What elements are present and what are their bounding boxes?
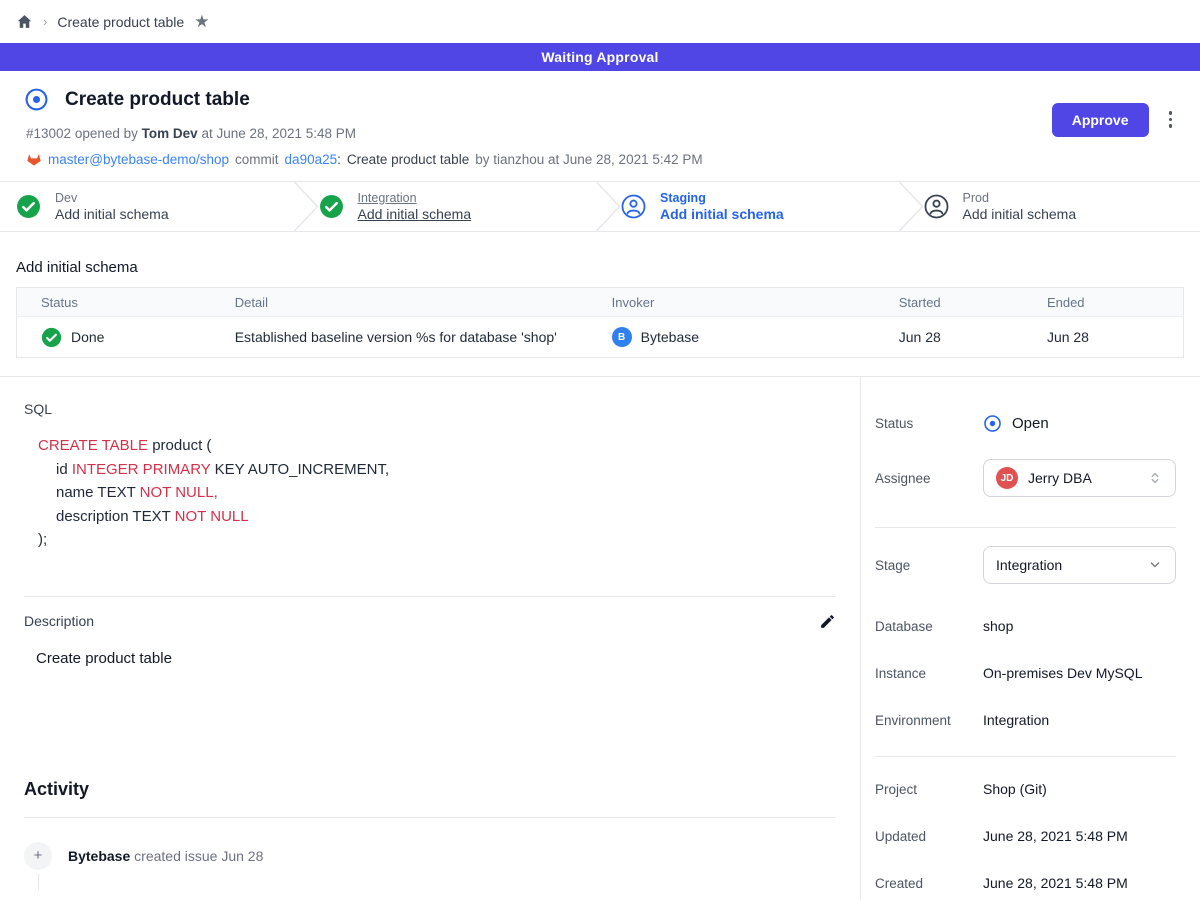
issue-header: Create product table #13002 opened by To… xyxy=(0,71,1200,181)
updated-label: Updated xyxy=(875,829,983,844)
col-invoker: Invoker xyxy=(612,288,899,317)
assignee-select[interactable]: JD Jerry DBA xyxy=(983,459,1176,497)
check-circle-icon xyxy=(16,194,41,219)
plus-icon: + xyxy=(24,842,52,870)
activity-action: created issue Jun 28 xyxy=(134,848,263,864)
task-table: Status Detail Invoker Started Ended Done… xyxy=(16,287,1184,358)
database-value: shop xyxy=(983,618,1013,634)
branch-repo-link[interactable]: master@bytebase-demo/shop xyxy=(48,152,229,167)
issue-sidebar: Status Open Assignee JD Jerry DBA Stage xyxy=(860,377,1200,900)
approval-banner: Waiting Approval xyxy=(0,43,1200,71)
page-title: Create product table xyxy=(65,89,250,111)
chevron-right-icon: › xyxy=(43,14,47,29)
sql-label: SQL xyxy=(24,401,836,417)
col-ended: Ended xyxy=(1047,288,1184,317)
table-row[interactable]: Done Established baseline version %s for… xyxy=(17,317,1184,358)
stage-select[interactable]: Integration xyxy=(983,546,1176,584)
sql-code-line: id INTEGER PRIMARY KEY AUTO_INCREMENT, xyxy=(38,458,836,482)
assignee-avatar: JD xyxy=(996,467,1018,489)
issue-author[interactable]: Tom Dev xyxy=(142,126,198,141)
task-detail: Established baseline version %s for data… xyxy=(235,317,612,358)
stage-separator xyxy=(898,182,924,231)
timeline-connector xyxy=(38,874,39,890)
sql-code-line: CREATE TABLE product ( xyxy=(38,434,836,458)
divider xyxy=(24,596,836,597)
sql-code-line: name TEXT NOT NULL, xyxy=(38,481,836,505)
kebab-menu-icon[interactable] xyxy=(1165,103,1177,136)
task-invoker: Bytebase xyxy=(641,329,699,345)
breadcrumb-current[interactable]: Create product table xyxy=(57,14,184,30)
col-detail: Detail xyxy=(235,288,612,317)
stage-integration[interactable]: Integration Add initial schema xyxy=(319,182,596,231)
commit-message: Create product table xyxy=(347,152,469,167)
stage-separator xyxy=(293,182,319,231)
description-label: Description xyxy=(24,613,94,629)
gitlab-icon xyxy=(26,151,42,167)
star-icon[interactable]: ★ xyxy=(194,13,209,30)
task-section-title: Add initial schema xyxy=(16,259,1184,276)
col-started: Started xyxy=(899,288,1047,317)
divider xyxy=(875,756,1176,757)
sql-code-line: description TEXT NOT NULL xyxy=(38,505,836,529)
person-circle-icon xyxy=(621,194,646,219)
stage-dev[interactable]: Dev Add initial schema xyxy=(16,182,293,231)
commit-byline: by tianzhou at June 28, 2021 5:42 PM xyxy=(475,152,702,167)
home-icon[interactable] xyxy=(16,13,33,30)
stage-staging[interactable]: Staging Add initial schema xyxy=(621,182,898,231)
task-ended: Jun 28 xyxy=(1047,317,1184,358)
check-circle-icon xyxy=(319,194,344,219)
task-status: Done xyxy=(71,329,104,345)
issue-open-icon xyxy=(24,87,49,112)
commit-hash-link[interactable]: da90a25 xyxy=(285,152,338,167)
issue-meta: #13002 opened by Tom Dev at June 28, 202… xyxy=(26,126,703,141)
approve-button[interactable]: Approve xyxy=(1052,103,1149,137)
done-check-icon xyxy=(41,327,62,348)
pipeline-stage-bar: Dev Add initial schema Integration Add i… xyxy=(0,181,1200,232)
stage-prod[interactable]: Prod Add initial schema xyxy=(924,182,1200,231)
description-text: Create product table xyxy=(36,650,836,667)
sql-code-line: ); xyxy=(38,528,836,552)
person-circle-icon xyxy=(924,194,949,219)
stage-label: Stage xyxy=(875,558,983,573)
project-label: Project xyxy=(875,782,983,797)
edit-pencil-icon[interactable] xyxy=(819,613,836,630)
invoker-avatar: B xyxy=(612,327,632,347)
col-status: Status xyxy=(17,288,235,317)
task-section: Add initial schema Status Detail Invoker… xyxy=(0,232,1200,376)
assignee-value: Jerry DBA xyxy=(1028,470,1137,486)
chevron-down-icon xyxy=(1147,557,1163,573)
divider xyxy=(875,527,1176,528)
activity-actor: Bytebase xyxy=(68,848,130,864)
status-value: Open xyxy=(983,414,1049,433)
breadcrumb: › Create product table ★ xyxy=(0,0,1200,43)
commit-meta: master@bytebase-demo/shop commit da90a25… xyxy=(26,151,703,167)
sql-code-block: CREATE TABLE product ( id INTEGER PRIMAR… xyxy=(38,434,836,552)
environment-label: Environment xyxy=(875,713,983,728)
stage-separator xyxy=(595,182,621,231)
open-radio-icon xyxy=(983,414,1002,433)
instance-label: Instance xyxy=(875,666,983,681)
list-item: + Bytebase created issue Jun 28 xyxy=(24,842,836,870)
divider xyxy=(24,817,836,818)
status-label: Status xyxy=(875,416,983,431)
issue-id: #13002 xyxy=(26,126,71,141)
updated-value: June 28, 2021 5:48 PM xyxy=(983,828,1128,844)
assignee-label: Assignee xyxy=(875,471,983,486)
environment-value: Integration xyxy=(983,712,1049,728)
task-started: Jun 28 xyxy=(899,317,1047,358)
stage-value: Integration xyxy=(996,557,1137,573)
issue-detail-panel: SQL CREATE TABLE product ( id INTEGER PR… xyxy=(0,377,860,900)
instance-value: On-premises Dev MySQL xyxy=(983,665,1142,681)
approval-banner-text: Waiting Approval xyxy=(541,49,658,65)
created-label: Created xyxy=(875,876,983,891)
project-value: Shop (Git) xyxy=(983,781,1047,797)
selector-chevrons-icon xyxy=(1147,470,1163,486)
activity-title: Activity xyxy=(24,779,836,800)
created-value: June 28, 2021 5:48 PM xyxy=(983,875,1128,891)
database-label: Database xyxy=(875,619,983,634)
